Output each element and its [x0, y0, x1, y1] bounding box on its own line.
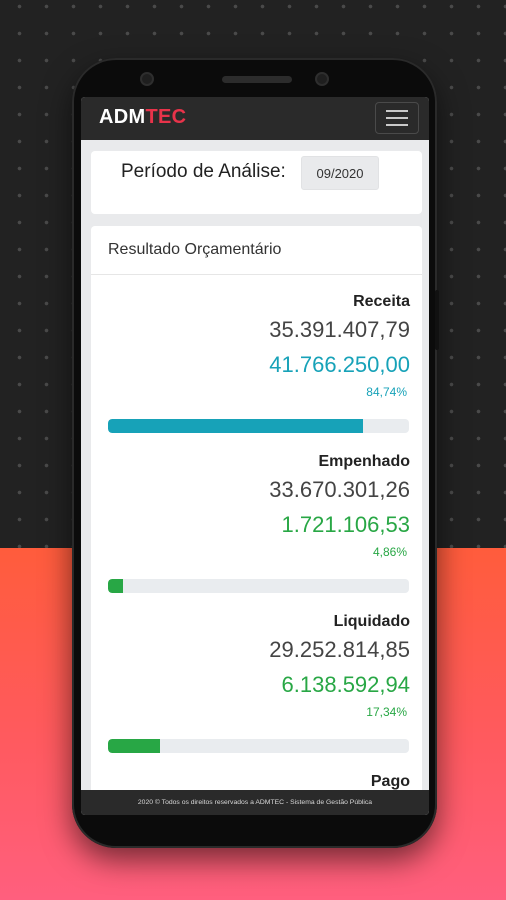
hamburger-icon-line	[386, 124, 408, 126]
metric-label: Liquidado	[333, 613, 410, 630]
budget-result-title: Resultado Orçamentário	[91, 226, 422, 275]
metric-secondary-value: 1.721.106,53	[281, 512, 410, 537]
metric-primary-value: 29.252.814,85	[269, 637, 410, 662]
metric-secondary-value: 6.138.592,94	[281, 672, 410, 697]
metric-liquidado: Liquidado 29.252.814,85 6.138.592,94 17,…	[91, 595, 422, 755]
footer: 2020 © Todos os direitos reservados a AD…	[81, 790, 429, 815]
metric-label: Empenhado	[318, 453, 410, 470]
metric-percent: 17,34%	[366, 705, 407, 719]
period-select[interactable]: 09/2020	[301, 156, 379, 190]
metric-percent: 4,86%	[372, 545, 407, 559]
metric-percent: 84,74%	[366, 385, 407, 399]
progress-bar-fill	[108, 579, 123, 593]
progress-bar	[108, 419, 409, 433]
metric-primary-value: 33.670.301,26	[269, 477, 410, 502]
period-card: Período de Análise: 09/2020	[91, 151, 422, 214]
metric-receita: Receita 35.391.407,79 41.766.250,00 84,7…	[91, 275, 422, 435]
progress-bar	[108, 579, 409, 593]
brand-logo-tec: TEC	[145, 106, 187, 128]
menu-toggle-button[interactable]	[375, 102, 419, 134]
phone-camera	[140, 72, 154, 86]
metric-label: Pago	[370, 773, 410, 790]
progress-bar-fill	[108, 739, 161, 753]
brand-logo[interactable]: ADMTEC	[99, 106, 186, 129]
phone-sensor	[315, 72, 329, 86]
navbar: ADMTEC	[81, 97, 429, 140]
app-screen: ADMTEC Período de Análise: 09/2020 Resul…	[81, 97, 429, 815]
progress-bar-fill	[108, 419, 364, 433]
metric-primary-value: 35.391.407,79	[269, 317, 410, 342]
metric-label: Receita	[353, 293, 410, 310]
main-content: Período de Análise: 09/2020 Resultado Or…	[91, 151, 422, 815]
hamburger-icon-line	[386, 117, 408, 119]
phone-speaker	[222, 76, 292, 83]
budget-result-card: Resultado Orçamentário Receita 35.391.40…	[91, 226, 422, 815]
phone-side-button	[435, 290, 439, 350]
metric-empenhado: Empenhado 33.670.301,26 1.721.106,53 4,8…	[91, 435, 422, 595]
progress-bar	[108, 739, 409, 753]
metric-secondary-value: 41.766.250,00	[269, 352, 410, 377]
hamburger-icon-line	[386, 110, 408, 112]
brand-logo-adm: ADM	[99, 106, 146, 128]
period-label: Período de Análise:	[121, 161, 286, 182]
